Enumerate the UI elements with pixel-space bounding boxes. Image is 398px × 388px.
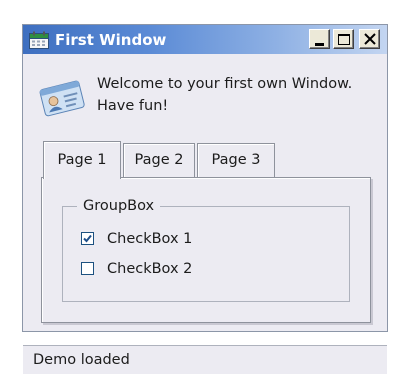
checkbox-box[interactable] xyxy=(81,232,94,245)
checkbox-1[interactable]: CheckBox 1 xyxy=(81,229,221,249)
checkbox-label: CheckBox 2 xyxy=(107,261,193,277)
tab-panel: GroupBox CheckBox 1 CheckBox 2 xyxy=(41,177,371,323)
minimize-icon xyxy=(315,43,324,46)
maximize-button[interactable] xyxy=(333,29,354,49)
close-button[interactable] xyxy=(359,29,380,49)
groupbox: GroupBox CheckBox 1 CheckBox 2 xyxy=(62,196,350,302)
title-bar[interactable]: First Window xyxy=(23,25,387,54)
id-card-icon xyxy=(39,80,85,117)
checkbox-label: CheckBox 1 xyxy=(107,231,193,247)
maximize-icon xyxy=(338,34,350,45)
tab-page-2[interactable]: Page 2 xyxy=(123,143,195,177)
status-bar: Demo loaded xyxy=(23,345,387,374)
calendar-icon xyxy=(29,31,49,49)
main-window: First Window Welcome to your first own W… xyxy=(22,24,388,374)
checkmark-icon xyxy=(83,234,92,243)
checkbox-box[interactable] xyxy=(81,262,94,275)
status-text: Demo loaded xyxy=(33,352,130,368)
groupbox-title: GroupBox xyxy=(77,196,161,216)
minimize-button[interactable] xyxy=(309,29,330,49)
checkbox-2[interactable]: CheckBox 2 xyxy=(81,259,221,279)
tab-label: Page 3 xyxy=(211,152,261,168)
tab-label: Page 1 xyxy=(57,152,107,168)
tab-page-3[interactable]: Page 3 xyxy=(197,143,275,177)
tab-page-1[interactable]: Page 1 xyxy=(43,141,121,179)
close-icon xyxy=(364,33,376,45)
tab-label: Page 2 xyxy=(134,152,184,168)
window-title: First Window xyxy=(55,31,167,49)
welcome-message: Welcome to your first own Window. Have f… xyxy=(97,76,353,114)
